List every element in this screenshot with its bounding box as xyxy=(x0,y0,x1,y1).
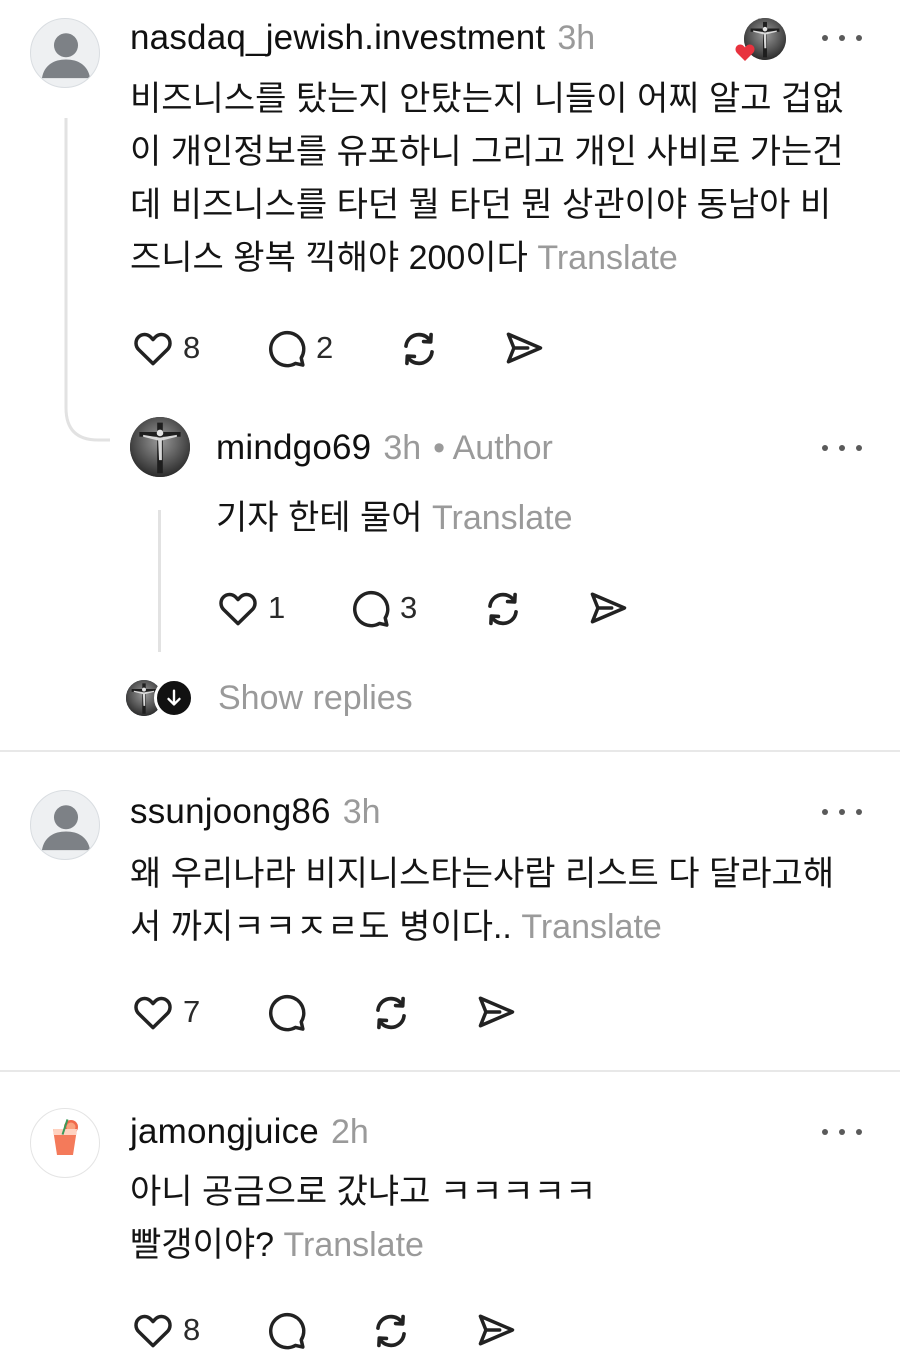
reply-icon xyxy=(264,990,308,1034)
timestamp: 3h xyxy=(557,19,596,57)
translate-link[interactable]: Translate xyxy=(537,239,677,277)
reply-icon xyxy=(264,326,308,370)
like-button[interactable]: 8 xyxy=(131,1308,200,1352)
translate-link[interactable]: Translate xyxy=(283,1226,423,1264)
like-icon xyxy=(216,586,260,630)
like-count: 8 xyxy=(183,330,201,365)
share-button[interactable] xyxy=(502,326,546,370)
more-icon[interactable] xyxy=(822,1122,862,1142)
arrow-down-icon xyxy=(154,678,194,718)
divider xyxy=(0,1070,900,1072)
heart-badge-icon xyxy=(735,44,755,61)
comment-body: 비즈니스를 탔는지 안탔는지 니들이 어찌 알고 겁없 이 개인정보를 유포하니… xyxy=(130,73,844,285)
avatar[interactable] xyxy=(130,417,190,477)
body-line: 기자 한테 물어 xyxy=(216,499,423,537)
body-line: 이 개인정보를 유포하니 그리고 개인 사비로 가는건 xyxy=(130,133,844,171)
like-icon xyxy=(131,326,175,370)
share-button[interactable] xyxy=(586,586,630,630)
timestamp: 3h xyxy=(383,429,422,467)
translate-link[interactable]: Translate xyxy=(432,499,572,537)
avatar[interactable] xyxy=(30,790,100,860)
repost-icon xyxy=(368,990,414,1036)
juice-glass-logo-icon xyxy=(53,1119,78,1155)
reply-button[interactable] xyxy=(264,1308,308,1352)
more-icon[interactable] xyxy=(822,438,862,458)
share-button[interactable] xyxy=(474,1308,518,1352)
like-count: 8 xyxy=(183,1312,201,1347)
like-button[interactable]: 7 xyxy=(131,990,200,1034)
username[interactable]: jamongjuice xyxy=(130,1112,319,1152)
show-replies-button[interactable]: Show replies xyxy=(126,674,413,722)
share-button[interactable] xyxy=(474,990,518,1034)
username[interactable]: ssunjoong86 xyxy=(130,792,331,832)
thread-line xyxy=(158,510,161,652)
like-count: 7 xyxy=(183,994,201,1029)
username[interactable]: mindgo69 xyxy=(216,428,371,468)
body-line: 서 까지ㅋㅋㅈㄹ도 병이다.. xyxy=(130,908,512,946)
show-replies-label: Show replies xyxy=(218,678,413,717)
crucifix-photo-icon xyxy=(130,417,190,477)
share-icon xyxy=(474,990,518,1034)
username[interactable]: nasdaq_jewish.investment xyxy=(130,18,545,58)
thread-connector xyxy=(64,118,110,442)
repost-icon xyxy=(480,586,526,632)
author-badge: • Author xyxy=(433,429,553,467)
translate-link[interactable]: Translate xyxy=(521,908,661,946)
like-button[interactable]: 1 xyxy=(216,586,285,630)
body-line: 비즈니스를 탔는지 안탔는지 니들이 어찌 알고 겁없 xyxy=(130,80,844,118)
share-icon xyxy=(586,586,630,630)
like-count: 1 xyxy=(268,590,286,625)
repost-button[interactable] xyxy=(368,1308,414,1354)
more-icon[interactable] xyxy=(822,28,862,48)
reply-icon xyxy=(264,1308,308,1352)
share-icon xyxy=(502,326,546,370)
repost-icon xyxy=(396,326,442,372)
reply-icon xyxy=(348,586,392,630)
timestamp: 3h xyxy=(342,793,381,831)
comment-body: 아니 공금으로 갔냐고 ㅋㅋㅋㅋㅋ 빨갱이야? Translate xyxy=(130,1166,596,1272)
avatar[interactable] xyxy=(30,18,100,88)
body-line: 왜 우리나라 비지니스타는사람 리스트 다 달라고해 xyxy=(130,855,835,893)
divider xyxy=(0,750,900,752)
more-icon[interactable] xyxy=(822,802,862,822)
reply-count: 3 xyxy=(400,590,418,625)
comment-body: 왜 우리나라 비지니스타는사람 리스트 다 달라고해 서 까지ㅋㅋㅈㄹ도 병이다… xyxy=(130,848,834,954)
repost-icon xyxy=(368,1308,414,1354)
repost-button[interactable] xyxy=(480,586,526,632)
body-line: 아니 공금으로 갔냐고 ㅋㅋㅋㅋㅋ xyxy=(130,1173,597,1211)
like-icon xyxy=(131,990,175,1034)
share-icon xyxy=(474,1308,518,1352)
repost-button[interactable] xyxy=(396,326,442,372)
body-line: 빨갱이야? xyxy=(130,1226,275,1264)
like-button[interactable]: 8 xyxy=(131,326,200,370)
default-avatar-icon xyxy=(31,791,100,860)
body-line: 즈니스 왕복 끽해야 200이다 xyxy=(130,239,528,277)
like-icon xyxy=(131,1308,175,1352)
reply-count: 2 xyxy=(316,330,334,365)
body-line: 데 비즈니스를 타던 뭘 타던 뭔 상관이야 동남아 비 xyxy=(130,186,832,224)
avatar[interactable] xyxy=(30,1108,100,1178)
comment-body: 기자 한테 물어 Translate xyxy=(216,492,573,545)
default-avatar-icon xyxy=(31,19,100,88)
timestamp: 2h xyxy=(330,1113,369,1151)
repost-button[interactable] xyxy=(368,990,414,1036)
reply-button[interactable] xyxy=(264,990,308,1034)
reply-button[interactable]: 3 xyxy=(348,586,417,630)
reply-button[interactable]: 2 xyxy=(264,326,333,370)
